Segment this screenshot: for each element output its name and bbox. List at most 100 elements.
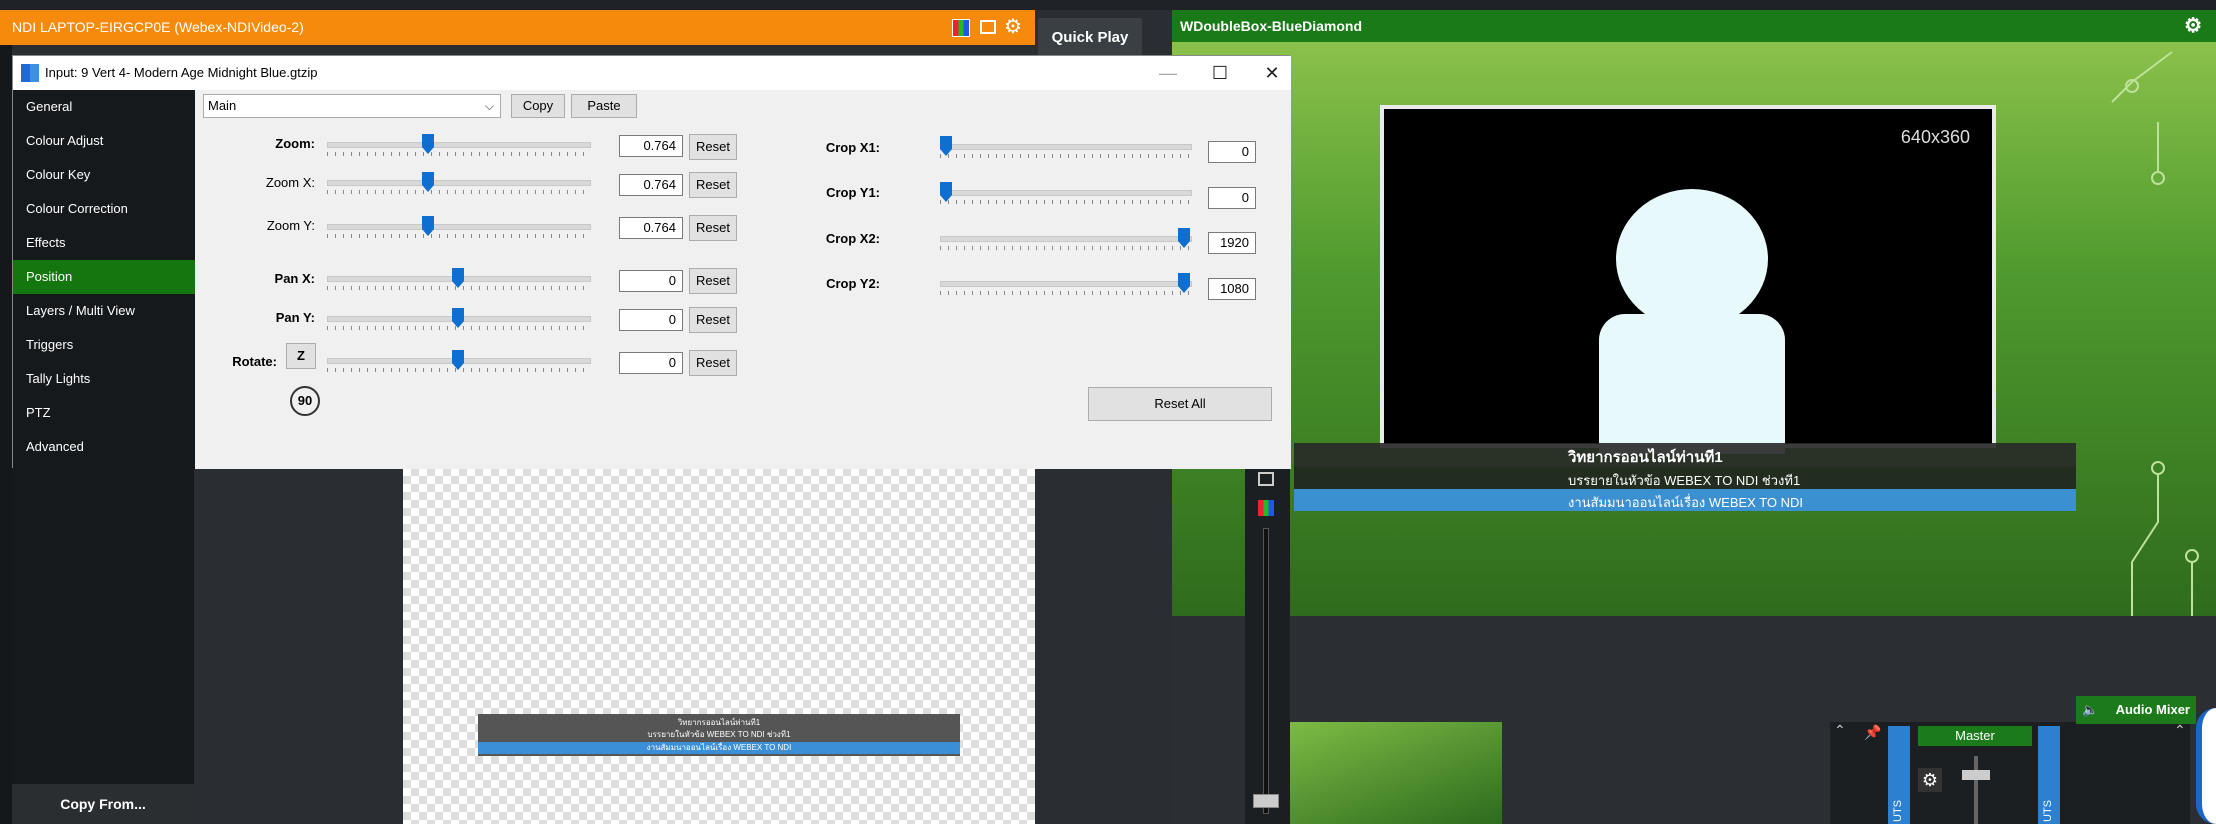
layer-select-value: Main — [208, 98, 237, 113]
copy-from-button[interactable]: Copy From... — [12, 784, 194, 824]
fader-track[interactable] — [1974, 756, 1978, 824]
crop-x1-label: Crop X1: — [825, 140, 880, 155]
pan-x-slider-thumb[interactable] — [452, 268, 464, 288]
fader-thumb[interactable] — [1962, 770, 1990, 780]
chevron-down-icon: ⌵ — [484, 99, 494, 113]
close-button[interactable]: ✕ — [1259, 60, 1285, 86]
quick-play-button[interactable]: Quick Play — [1038, 18, 1142, 58]
zoom-y-reset-button[interactable]: Reset — [689, 215, 737, 241]
input-preview — [403, 468, 1035, 824]
crop-x2-slider-thumb[interactable] — [1178, 228, 1190, 248]
rotate-90-button[interactable]: 90 — [290, 386, 320, 416]
crop-y1-slider-thumb[interactable] — [940, 182, 952, 202]
zoom-reset-button[interactable]: Reset — [689, 134, 737, 160]
audio-mixer-label: Audio Mixer — [2115, 702, 2190, 717]
screen-icon[interactable] — [1258, 472, 1274, 486]
strip-label: UTS — [1892, 800, 1904, 822]
crop-panel: Crop X1: 0 Crop Y1: 0 Crop X2: 1920 Crop… — [760, 128, 1280, 328]
crop-x2-value[interactable]: 1920 — [1208, 232, 1256, 254]
nav-fill — [12, 468, 194, 784]
crop-y2-value[interactable]: 1080 — [1208, 278, 1256, 300]
crop-y1-slider[interactable] — [940, 190, 1192, 196]
rotate-z-button[interactable]: Z — [286, 343, 316, 369]
pin-icon[interactable]: 📌 — [1864, 724, 1881, 741]
zoom-x-value[interactable]: 0.764 — [619, 174, 683, 196]
zoom-x-slider-thumb[interactable] — [422, 172, 434, 192]
zoom-value[interactable]: 0.764 — [619, 135, 683, 157]
nav-layers-multi-view[interactable]: Layers / Multi View — [13, 294, 195, 328]
input-thumbnail[interactable] — [1290, 722, 1502, 824]
rotate-label: Rotate: — [232, 354, 277, 369]
avatar-body — [1599, 314, 1785, 454]
output-title-bar: WDoubleBox-BlueDiamond ⚙ — [1172, 10, 2216, 42]
nav-effects[interactable]: Effects — [13, 226, 195, 260]
crop-y2-ticks — [940, 291, 1190, 295]
volume-slider-thumb[interactable] — [1253, 794, 1279, 808]
nav-position[interactable]: Position — [13, 260, 195, 294]
lower-third-topic: บรรยายในหัวข้อ WEBEX TO NDI ช่วงที1 — [1568, 473, 1801, 488]
zoom-y-label: Zoom Y: — [266, 218, 315, 233]
nav-colour-key[interactable]: Colour Key — [13, 158, 195, 192]
chevron-up-icon[interactable]: ⌃ — [1834, 722, 1846, 739]
audio-strip-left[interactable]: UTS — [1888, 726, 1910, 824]
chevron-up-icon[interactable]: ⌃ — [2174, 722, 2186, 739]
zoom-x-ticks — [327, 190, 589, 194]
zoom-slider-thumb[interactable] — [422, 134, 434, 154]
paste-button[interactable]: Paste — [571, 94, 637, 118]
zoom-slider[interactable] — [327, 142, 591, 148]
crop-y1-ticks — [940, 200, 1190, 204]
screen-icon[interactable] — [980, 20, 996, 34]
crop-y2-label: Crop Y2: — [826, 276, 880, 291]
pan-y-reset-button[interactable]: Reset — [689, 307, 737, 333]
crop-y1-label: Crop Y1: — [826, 185, 880, 200]
crop-x1-value[interactable]: 0 — [1208, 141, 1256, 163]
preview-lower-third: วิทยากรออนไลน์ท่านที1 บรรยายในหัวข้อ WEB… — [478, 714, 960, 756]
preview-title-bar[interactable]: NDI LAPTOP-EIRGCP0E (Webex-NDIVideo-2) ⚙ — [0, 10, 1035, 45]
zoom-x-slider[interactable] — [327, 180, 591, 186]
zoom-x-reset-button[interactable]: Reset — [689, 172, 737, 198]
rotate-slider-thumb[interactable] — [452, 350, 464, 370]
crop-y2-slider-thumb[interactable] — [1178, 273, 1190, 293]
maximize-button[interactable]: ☐ — [1207, 60, 1233, 86]
dialog-title: Input: 9 Vert 4- Modern Age Midnight Blu… — [45, 65, 318, 80]
colour-icon[interactable] — [952, 19, 970, 37]
reset-all-button[interactable]: Reset All — [1088, 387, 1272, 421]
resolution-label: 640x360 — [1900, 127, 1970, 147]
pan-y-slider-thumb[interactable] — [452, 308, 464, 328]
rotate-reset-button[interactable]: Reset — [689, 350, 737, 376]
audio-strip-right[interactable]: UTS — [2038, 726, 2060, 824]
nav-general[interactable]: General — [13, 90, 195, 124]
preview-title: NDI LAPTOP-EIRGCP0E (Webex-NDIVideo-2) — [12, 19, 304, 35]
pan-x-value[interactable]: 0 — [619, 270, 683, 292]
nav-ptz[interactable]: PTZ — [13, 396, 195, 430]
volume-slider-track[interactable] — [1263, 528, 1269, 814]
crop-y1-value[interactable]: 0 — [1208, 187, 1256, 209]
audio-mixer-button[interactable]: 🔈 Audio Mixer — [2076, 696, 2196, 724]
lower-third-event: งานสัมมนาออนไลน์เรื่อง WEBEX TO NDI — [1568, 495, 1804, 510]
crop-x2-slider[interactable] — [940, 236, 1192, 242]
lower-third-name: วิทยากรออนไลน์ท่านที1 — [1568, 449, 1723, 466]
nav-colour-correction[interactable]: Colour Correction — [13, 192, 195, 226]
nav-colour-adjust[interactable]: Colour Adjust — [13, 124, 195, 158]
gear-icon[interactable]: ⚙ — [2184, 10, 2202, 42]
layer-select[interactable]: Main ⌵ — [203, 94, 501, 118]
lower-third-line3: งานสัมมนาออนไลน์เรื่อง WEBEX TO NDI — [1294, 489, 2076, 511]
colour-icon[interactable] — [1258, 500, 1274, 516]
gear-icon[interactable]: ⚙ — [1004, 10, 1022, 45]
copy-button[interactable]: Copy — [511, 94, 565, 118]
zoom-y-value[interactable]: 0.764 — [619, 217, 683, 239]
gear-icon[interactable]: ⚙ — [1918, 768, 1942, 792]
minimize-button[interactable]: — — [1155, 60, 1181, 86]
pan-x-reset-button[interactable]: Reset — [689, 268, 737, 294]
crop-x1-slider[interactable] — [940, 144, 1192, 150]
zoom-y-slider-thumb[interactable] — [422, 216, 434, 236]
pan-y-value[interactable]: 0 — [619, 309, 683, 331]
zoom-y-slider[interactable] — [327, 224, 591, 230]
rotate-value[interactable]: 0 — [619, 352, 683, 374]
crop-y2-slider[interactable] — [940, 281, 1192, 287]
nav-advanced[interactable]: Advanced — [13, 430, 195, 464]
zoom-ticks — [327, 152, 589, 156]
crop-x1-slider-thumb[interactable] — [940, 136, 952, 156]
edge-logo — [2196, 708, 2216, 824]
dialog-title-bar[interactable]: Input: 9 Vert 4- Modern Age Midnight Blu… — [13, 56, 1291, 90]
